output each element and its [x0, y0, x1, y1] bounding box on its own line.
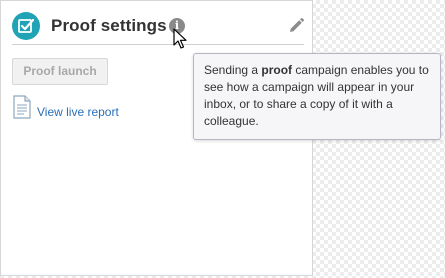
proof-launch-button[interactable]: Proof launch: [12, 58, 108, 85]
page-title: Proof settings: [51, 16, 167, 35]
mouse-pointer-icon: [173, 28, 187, 50]
checkbox-check-icon: [12, 12, 40, 40]
proof-info-tooltip: Sending a proof campaign enables you to …: [193, 53, 441, 140]
tooltip-text-start: Sending a: [204, 63, 262, 77]
pencil-icon[interactable]: [287, 17, 305, 35]
document-icon: [13, 95, 31, 124]
panel-header: Proof settings i: [12, 11, 305, 45]
view-live-report-label[interactable]: View live report: [37, 105, 119, 119]
tooltip-bold-term: proof: [261, 63, 293, 77]
